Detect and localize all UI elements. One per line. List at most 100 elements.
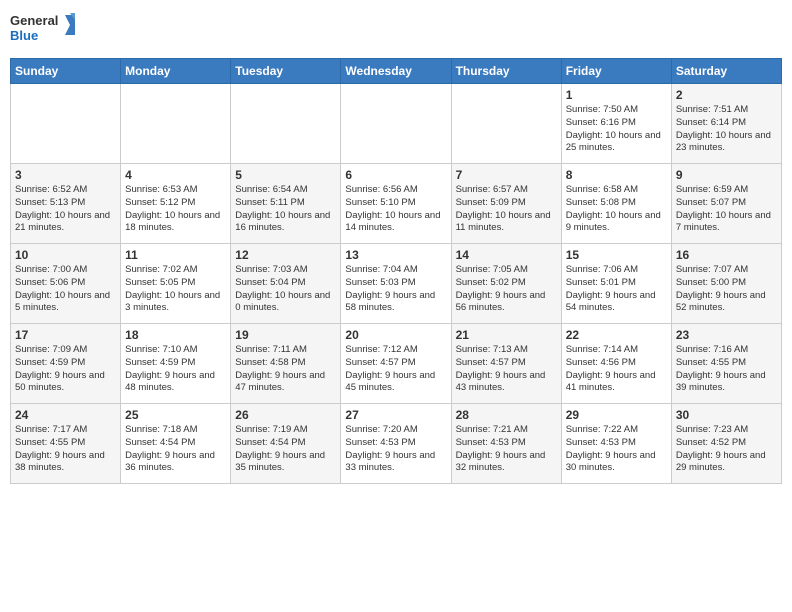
calendar-cell: 23 Sunrise: 7:16 AM Sunset: 4:55 PM Dayli… xyxy=(671,324,781,404)
calendar-cell: 3 Sunrise: 6:52 AM Sunset: 5:13 PM Daylig… xyxy=(11,164,121,244)
header-wednesday: Wednesday xyxy=(341,59,451,84)
logo-icon: General Blue xyxy=(10,10,80,52)
day-info: Sunrise: 7:23 AM Sunset: 4:52 PM Dayligh… xyxy=(676,424,777,475)
calendar-week-2: 3 Sunrise: 6:52 AM Sunset: 5:13 PM Daylig… xyxy=(11,164,782,244)
calendar-cell: 9Sunrise: 6:59 AM Sunset: 5:07 PM Daylig… xyxy=(671,164,781,244)
calendar-cell xyxy=(341,84,451,164)
calendar-cell: 20 Sunrise: 7:12 AM Sunset: 4:57 PM Dayli… xyxy=(341,324,451,404)
day-info: Sunrise: 6:56 AM Sunset: 5:10 PM Dayligh… xyxy=(345,184,446,235)
calendar-cell: 27Sunrise: 7:20 AM Sunset: 4:53 PM Dayli… xyxy=(341,404,451,484)
header-saturday: Saturday xyxy=(671,59,781,84)
calendar-week-5: 24 Sunrise: 7:17 AM Sunset: 4:55 PM Dayli… xyxy=(11,404,782,484)
calendar-cell: 6Sunrise: 6:56 AM Sunset: 5:10 PM Daylig… xyxy=(341,164,451,244)
day-info: Sunrise: 6:54 AM Sunset: 5:11 PM Dayligh… xyxy=(235,184,336,235)
day-number: 24 xyxy=(15,408,116,422)
day-info: Sunrise: 7:17 AM Sunset: 4:55 PM Dayligh… xyxy=(15,424,116,475)
day-info: Sunrise: 7:19 AM Sunset: 4:54 PM Dayligh… xyxy=(235,424,336,475)
day-info: Sunrise: 7:11 AM Sunset: 4:58 PM Dayligh… xyxy=(235,344,336,395)
calendar-cell xyxy=(231,84,341,164)
day-number: 2 xyxy=(676,88,777,102)
day-number: 25 xyxy=(125,408,226,422)
calendar-table: SundayMondayTuesdayWednesdayThursdayFrid… xyxy=(10,58,782,484)
day-info: Sunrise: 7:09 AM Sunset: 4:59 PM Dayligh… xyxy=(15,344,116,395)
calendar-cell: 30 Sunrise: 7:23 AM Sunset: 4:52 PM Dayli… xyxy=(671,404,781,484)
day-number: 4 xyxy=(125,168,226,182)
day-number: 9 xyxy=(676,168,777,182)
svg-text:General: General xyxy=(10,13,58,28)
day-number: 29 xyxy=(566,408,667,422)
day-info: Sunrise: 7:03 AM Sunset: 5:04 PM Dayligh… xyxy=(235,264,336,315)
day-info: Sunrise: 7:18 AM Sunset: 4:54 PM Dayligh… xyxy=(125,424,226,475)
calendar-cell: 7 Sunrise: 6:57 AM Sunset: 5:09 PM Daylig… xyxy=(451,164,561,244)
day-info: Sunrise: 7:05 AM Sunset: 5:02 PM Dayligh… xyxy=(456,264,557,315)
day-number: 20 xyxy=(345,328,446,342)
day-number: 26 xyxy=(235,408,336,422)
day-number: 22 xyxy=(566,328,667,342)
calendar-week-4: 17 Sunrise: 7:09 AM Sunset: 4:59 PM Dayli… xyxy=(11,324,782,404)
day-number: 11 xyxy=(125,248,226,262)
calendar-cell: 12 Sunrise: 7:03 AM Sunset: 5:04 PM Dayli… xyxy=(231,244,341,324)
calendar-cell: 19 Sunrise: 7:11 AM Sunset: 4:58 PM Dayli… xyxy=(231,324,341,404)
day-info: Sunrise: 7:16 AM Sunset: 4:55 PM Dayligh… xyxy=(676,344,777,395)
header-friday: Friday xyxy=(561,59,671,84)
day-info: Sunrise: 7:13 AM Sunset: 4:57 PM Dayligh… xyxy=(456,344,557,395)
day-info: Sunrise: 7:02 AM Sunset: 5:05 PM Dayligh… xyxy=(125,264,226,315)
day-number: 13 xyxy=(345,248,446,262)
day-info: Sunrise: 7:21 AM Sunset: 4:53 PM Dayligh… xyxy=(456,424,557,475)
calendar-cell: 14 Sunrise: 7:05 AM Sunset: 5:02 PM Dayli… xyxy=(451,244,561,324)
calendar-cell: 18 Sunrise: 7:10 AM Sunset: 4:59 PM Dayli… xyxy=(121,324,231,404)
day-number: 8 xyxy=(566,168,667,182)
day-info: Sunrise: 6:53 AM Sunset: 5:12 PM Dayligh… xyxy=(125,184,226,235)
calendar-cell: 17 Sunrise: 7:09 AM Sunset: 4:59 PM Dayli… xyxy=(11,324,121,404)
calendar-week-1: 1 Sunrise: 7:50 AM Sunset: 6:16 PM Daylig… xyxy=(11,84,782,164)
calendar-cell: 1 Sunrise: 7:50 AM Sunset: 6:16 PM Daylig… xyxy=(561,84,671,164)
calendar-cell: 4 Sunrise: 6:53 AM Sunset: 5:12 PM Daylig… xyxy=(121,164,231,244)
day-number: 1 xyxy=(566,88,667,102)
header-tuesday: Tuesday xyxy=(231,59,341,84)
calendar-cell: 16 Sunrise: 7:07 AM Sunset: 5:00 PM Dayli… xyxy=(671,244,781,324)
day-number: 3 xyxy=(15,168,116,182)
day-number: 10 xyxy=(15,248,116,262)
calendar-header-row: SundayMondayTuesdayWednesdayThursdayFrid… xyxy=(11,59,782,84)
calendar-cell: 24 Sunrise: 7:17 AM Sunset: 4:55 PM Dayli… xyxy=(11,404,121,484)
day-number: 7 xyxy=(456,168,557,182)
day-number: 18 xyxy=(125,328,226,342)
day-info: Sunrise: 6:52 AM Sunset: 5:13 PM Dayligh… xyxy=(15,184,116,235)
calendar-cell: 8 Sunrise: 6:58 AM Sunset: 5:08 PM Daylig… xyxy=(561,164,671,244)
calendar-cell: 10 Sunrise: 7:00 AM Sunset: 5:06 PM Dayli… xyxy=(11,244,121,324)
day-info: Sunrise: 7:10 AM Sunset: 4:59 PM Dayligh… xyxy=(125,344,226,395)
day-number: 16 xyxy=(676,248,777,262)
day-info: Sunrise: 7:20 AM Sunset: 4:53 PM Dayligh… xyxy=(345,424,446,475)
day-info: Sunrise: 6:57 AM Sunset: 5:09 PM Dayligh… xyxy=(456,184,557,235)
calendar-cell: 11 Sunrise: 7:02 AM Sunset: 5:05 PM Dayli… xyxy=(121,244,231,324)
day-number: 5 xyxy=(235,168,336,182)
page-header: General Blue xyxy=(10,10,782,52)
calendar-cell: 28Sunrise: 7:21 AM Sunset: 4:53 PM Dayli… xyxy=(451,404,561,484)
day-number: 17 xyxy=(15,328,116,342)
calendar-week-3: 10 Sunrise: 7:00 AM Sunset: 5:06 PM Dayli… xyxy=(11,244,782,324)
calendar-cell: 25 Sunrise: 7:18 AM Sunset: 4:54 PM Dayli… xyxy=(121,404,231,484)
calendar-cell: 21Sunrise: 7:13 AM Sunset: 4:57 PM Dayli… xyxy=(451,324,561,404)
day-info: Sunrise: 7:22 AM Sunset: 4:53 PM Dayligh… xyxy=(566,424,667,475)
header-monday: Monday xyxy=(121,59,231,84)
day-number: 19 xyxy=(235,328,336,342)
day-number: 12 xyxy=(235,248,336,262)
svg-text:Blue: Blue xyxy=(10,28,38,43)
calendar-cell: 26 Sunrise: 7:19 AM Sunset: 4:54 PM Dayli… xyxy=(231,404,341,484)
calendar-cell: 2Sunrise: 7:51 AM Sunset: 6:14 PM Daylig… xyxy=(671,84,781,164)
day-number: 14 xyxy=(456,248,557,262)
day-info: Sunrise: 6:58 AM Sunset: 5:08 PM Dayligh… xyxy=(566,184,667,235)
calendar-cell: 5 Sunrise: 6:54 AM Sunset: 5:11 PM Daylig… xyxy=(231,164,341,244)
day-number: 23 xyxy=(676,328,777,342)
day-number: 15 xyxy=(566,248,667,262)
calendar-cell xyxy=(11,84,121,164)
day-info: Sunrise: 7:07 AM Sunset: 5:00 PM Dayligh… xyxy=(676,264,777,315)
calendar-cell: 22 Sunrise: 7:14 AM Sunset: 4:56 PM Dayli… xyxy=(561,324,671,404)
day-info: Sunrise: 7:50 AM Sunset: 6:16 PM Dayligh… xyxy=(566,104,667,155)
day-info: Sunrise: 7:14 AM Sunset: 4:56 PM Dayligh… xyxy=(566,344,667,395)
day-info: Sunrise: 7:00 AM Sunset: 5:06 PM Dayligh… xyxy=(15,264,116,315)
day-info: Sunrise: 7:12 AM Sunset: 4:57 PM Dayligh… xyxy=(345,344,446,395)
day-number: 30 xyxy=(676,408,777,422)
calendar-cell: 15Sunrise: 7:06 AM Sunset: 5:01 PM Dayli… xyxy=(561,244,671,324)
header-sunday: Sunday xyxy=(11,59,121,84)
